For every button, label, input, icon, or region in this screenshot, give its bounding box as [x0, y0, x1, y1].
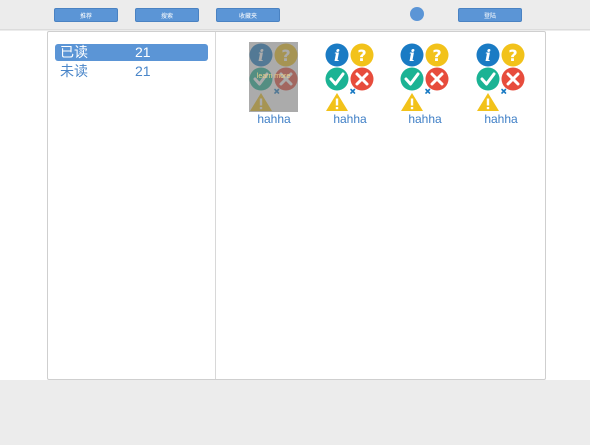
avatar[interactable]	[410, 7, 424, 21]
icon-collage: i ?	[476, 43, 525, 111]
search-button[interactable]: 搜索	[135, 8, 199, 22]
svg-text:i: i	[334, 46, 340, 65]
sidebar-item-count: 21	[135, 63, 151, 79]
icon-tile: i ?	[324, 42, 376, 112]
sidebar-item-label: 未读	[60, 63, 88, 79]
svg-text:?: ?	[357, 46, 366, 65]
top-nav-bar: 推荐 搜索 收藏夹 登陆	[0, 0, 590, 30]
grid-item[interactable]: i ? hahha	[399, 42, 451, 126]
icon-tile: i ?	[399, 42, 451, 112]
grid-item[interactable]: i ? hahha	[475, 42, 527, 126]
grid-item[interactable]: i ? hahha	[324, 42, 376, 126]
learn-more-text[interactable]: learn more	[249, 73, 298, 80]
item-caption[interactable]: hahha	[475, 112, 527, 126]
recommend-button[interactable]: 推荐	[54, 8, 118, 22]
icon-collage: i ?	[325, 43, 374, 111]
icon-collage: i ?	[400, 43, 449, 111]
svg-text:i: i	[485, 46, 491, 65]
login-button[interactable]: 登陆	[458, 8, 522, 22]
item-caption[interactable]: hahha	[248, 112, 300, 126]
sidebar-item-unread[interactable]: 未读 21	[55, 63, 208, 80]
item-caption[interactable]: hahha	[324, 112, 376, 126]
icon-tile: i ? learn more	[248, 42, 300, 112]
svg-text:?: ?	[432, 46, 441, 65]
item-caption[interactable]: hahha	[399, 112, 451, 126]
sidebar-item-read[interactable]: 已读 21	[55, 44, 208, 61]
icon-tile: i ?	[475, 42, 527, 112]
sidebar: 已读 21 未读 21	[48, 32, 216, 379]
svg-text:?: ?	[508, 46, 517, 65]
sidebar-item-count: 21	[135, 44, 151, 60]
svg-text:i: i	[409, 46, 415, 65]
favorites-button[interactable]: 收藏夹	[216, 8, 280, 22]
sidebar-item-label: 已读	[60, 44, 88, 60]
grid-item[interactable]: i ? learn more hahha	[248, 42, 300, 126]
